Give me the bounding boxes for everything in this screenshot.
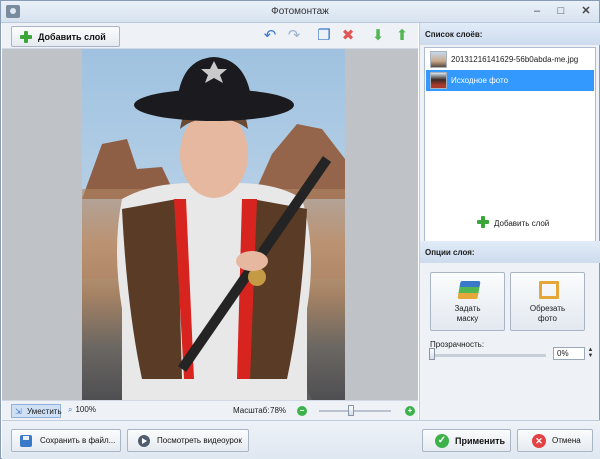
apply-label: Применить [455, 436, 506, 446]
zoom-slider-thumb[interactable] [348, 405, 355, 416]
add-layer-label: Добавить слой [38, 32, 106, 42]
maximize-button[interactable]: □ [553, 4, 569, 18]
crop-icon [539, 281, 559, 299]
check-icon: ✓ [435, 434, 449, 448]
layers-list: 20131216141629-56b0abda-me.jpg Исходное … [424, 47, 596, 258]
hand [236, 251, 268, 271]
watch-video-label: Посмотреть видеоурок [157, 436, 242, 445]
set-mask-label-line2: маску [456, 314, 479, 323]
zoom-slider-track[interactable] [319, 410, 391, 412]
cowboy-photo [82, 57, 345, 400]
set-mask-button[interactable]: Задать маску [430, 272, 505, 331]
window-title: Фотомонтаж [271, 6, 329, 17]
canvas-area[interactable] [2, 49, 418, 400]
zoom-in-icon[interactable]: + [405, 406, 415, 416]
right-panel: Список слоёв: 20131216141629-56b0abda-me… [419, 23, 600, 423]
scale-value: 78% [270, 406, 287, 415]
add-layer-button[interactable]: Добавить слой [11, 26, 120, 47]
face [180, 110, 248, 198]
photo-canvas[interactable] [82, 49, 345, 400]
fit-button[interactable]: ⇲ Уместить [11, 404, 62, 418]
spin-down-icon[interactable]: ▼ [588, 353, 594, 359]
crop-photo-label-line2: фото [538, 314, 557, 323]
opacity-spinner[interactable]: ▲ ▼ [586, 347, 595, 360]
move-up-icon[interactable]: ⬆ [394, 28, 410, 44]
cancel-icon: ✕ [532, 434, 546, 448]
plus-icon [20, 31, 32, 43]
opacity-slider-thumb[interactable] [429, 348, 435, 360]
footer: Сохранить в файл... Посмотреть видеоурок… [2, 420, 600, 459]
redo-icon[interactable]: ↷ [286, 28, 302, 44]
zoom-icon: ⌕ [68, 405, 73, 414]
crop-photo-button[interactable]: Обрезать фото [510, 272, 585, 331]
video-camera-icon [138, 435, 150, 447]
opacity-input[interactable]: 0% [553, 347, 585, 360]
layer-options-header: Опции слоя: [420, 241, 600, 263]
toolbar: Добавить слой ↶ ↷ ❐ ✖ ⬇ ⬆ [2, 23, 418, 49]
crop-photo-label-line1: Обрезать [529, 304, 566, 313]
plus-icon [477, 216, 489, 228]
save-to-file-label: Сохранить в файл... [40, 436, 116, 445]
title-bar: Фотомонтаж – □ ✕ [1, 1, 599, 23]
opacity-label: Прозрачность: [430, 340, 485, 349]
add-layer-link-label: Добавить слой [494, 219, 550, 228]
scale-label: Масштаб: [233, 406, 270, 415]
add-layer-link[interactable]: Добавить слой [425, 48, 597, 259]
fit-label: Уместить [27, 407, 62, 416]
layers-header: Список слоёв: [420, 23, 600, 45]
status-bar: ⇲ Уместить ⌕ 100% Масштаб: 78% − + [2, 400, 418, 420]
opacity-slider-track[interactable] [430, 354, 546, 357]
undo-icon[interactable]: ↶ [262, 28, 278, 44]
actual-size-label: 100% [75, 405, 96, 414]
close-button[interactable]: ✕ [578, 4, 594, 18]
crop-photo-label: Обрезать фото [511, 304, 584, 324]
set-mask-label: Задать маску [431, 304, 504, 324]
copy-icon[interactable]: ❐ [316, 28, 332, 44]
fit-icon: ⇲ [15, 407, 22, 416]
move-down-icon[interactable]: ⬇ [370, 28, 386, 44]
set-mask-label-line1: Задать [454, 304, 481, 313]
cancel-label: Отмена [552, 436, 581, 445]
apply-button[interactable]: ✓ Применить [422, 429, 511, 452]
photomontage-window: Фотомонтаж – □ ✕ Добавить слой ↶ ↷ ❐ ✖ ⬇… [0, 0, 600, 459]
delete-icon[interactable]: ✖ [340, 28, 356, 44]
layers-stack-icon [457, 281, 481, 299]
cancel-button[interactable]: ✕ Отмена [517, 429, 593, 452]
watch-video-button[interactable]: Посмотреть видеоурок [127, 429, 249, 452]
save-to-file-button[interactable]: Сохранить в файл... [11, 429, 121, 452]
minimize-button[interactable]: – [529, 4, 545, 18]
actual-size-button[interactable]: ⌕ 100% [68, 405, 96, 415]
zoom-out-icon[interactable]: − [297, 406, 307, 416]
floppy-icon [20, 435, 32, 447]
